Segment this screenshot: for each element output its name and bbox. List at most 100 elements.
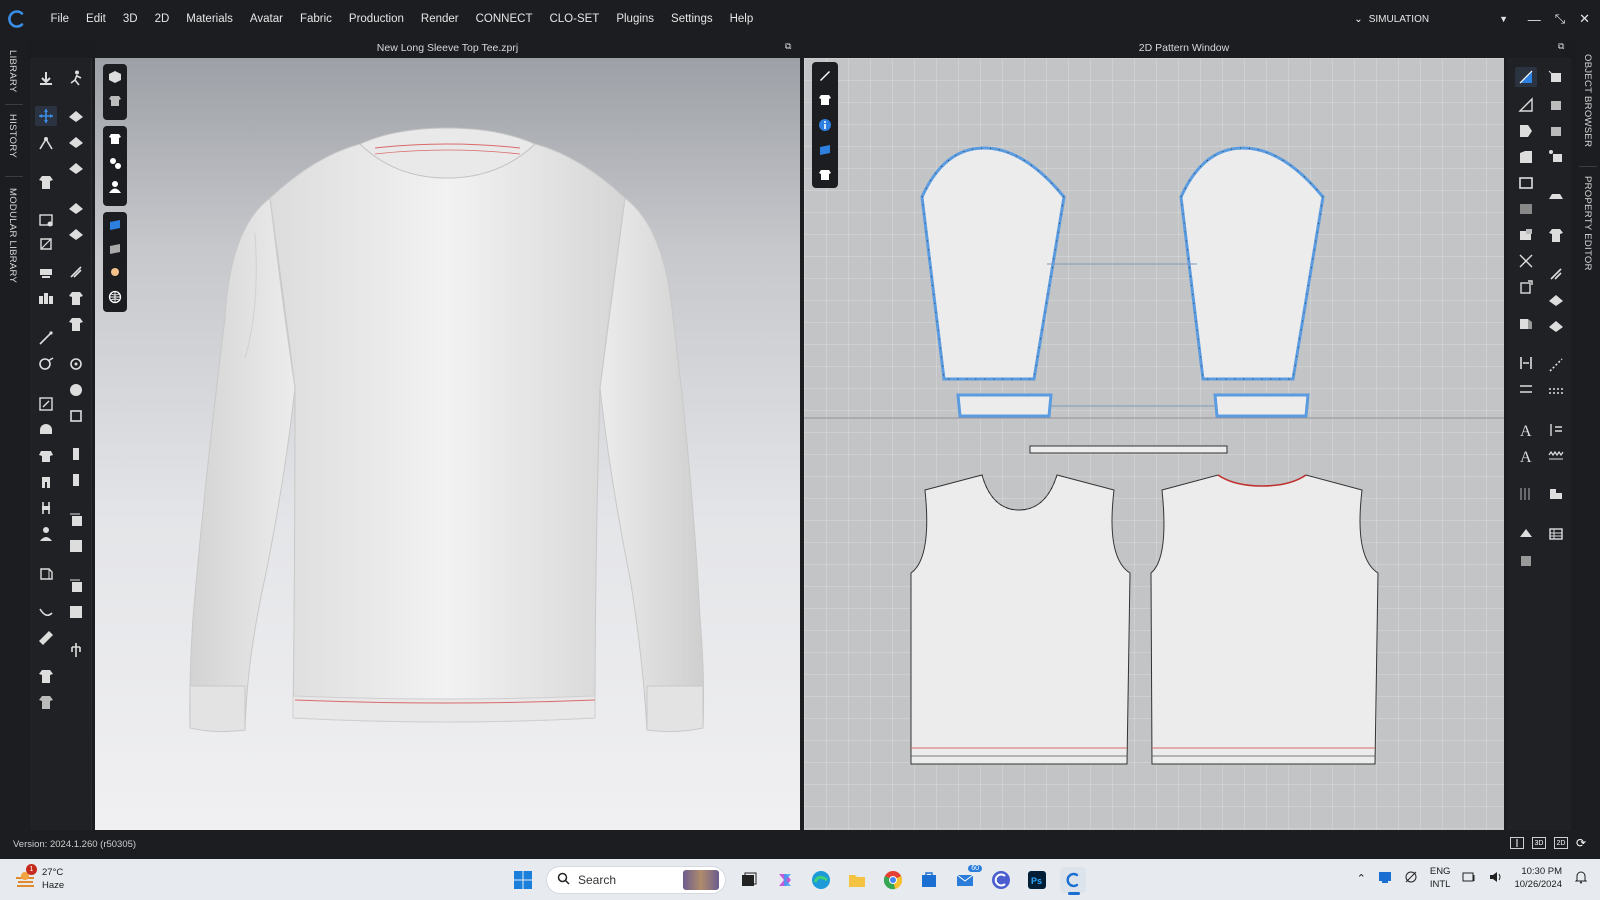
display-icon[interactable] [1462,870,1476,887]
taskbar-search[interactable]: Search [546,865,726,894]
arrangement-point-icon[interactable] [65,380,87,400]
table-layout-icon[interactable] [1545,524,1567,544]
edge-browser-icon[interactable] [808,867,834,893]
menu-3d[interactable]: 3D [114,0,146,38]
tab-property-editor[interactable]: PROPERTY EDITOR [1582,176,1593,271]
text-annotation-icon[interactable]: A [1515,446,1537,466]
chevron-up-icon[interactable]: ⌃ [1357,872,1366,885]
sew-garment-icon[interactable] [65,314,87,334]
sewing-machine-icon[interactable] [1545,484,1567,504]
minimize-icon[interactable]: — [1528,12,1541,27]
clo-logo-icon[interactable] [0,0,34,38]
task-view-icon[interactable] [736,867,762,893]
menu-avatar[interactable]: Avatar [241,0,291,38]
trim-tool-icon[interactable] [65,288,87,308]
2d-pattern-window[interactable] [804,58,1504,830]
menu-edit[interactable]: Edit [78,0,115,38]
topstitch-icon[interactable] [35,394,57,414]
solidify-layer-icon[interactable] [65,576,87,596]
store-icon[interactable] [916,867,942,893]
tab-library[interactable]: LIBRARY [7,50,18,93]
avatar-measure-icon[interactable] [65,354,87,374]
volume-icon[interactable] [1488,870,1502,887]
maximize-3d-icon[interactable]: ⧉ [785,41,791,52]
button-tool-icon[interactable] [35,288,57,308]
deform-solid-icon[interactable] [65,602,87,622]
transform-move-icon[interactable] [35,106,57,126]
file-explorer-icon[interactable] [844,867,870,893]
button-hole-icon[interactable] [65,470,87,490]
graphic-tool-icon[interactable] [65,262,87,282]
garment-3d-render[interactable] [95,58,800,830]
tack-on-avatar-icon[interactable] [65,198,87,218]
menu-settings[interactable]: Settings [663,0,722,38]
fold-tool-icon[interactable] [65,106,87,126]
arrangement-bounding-icon[interactable] [65,406,87,426]
ruler-icon[interactable] [35,628,57,648]
colorway-shirt-icon[interactable] [35,692,57,712]
internal-rectangle-icon[interactable] [1515,199,1537,219]
text-tool-icon[interactable]: A [1515,420,1537,440]
needle-tool-icon[interactable] [35,328,57,348]
menu-clo-set[interactable]: CLO-SET [541,0,608,38]
bottom-garment-icon[interactable] [35,472,57,492]
rectangle-icon[interactable] [1515,173,1537,193]
edit-point-icon[interactable] [1515,95,1537,115]
zipper-tool-icon[interactable] [35,498,57,518]
chrome-icon[interactable] [880,867,906,893]
select-move-icon[interactable] [35,68,57,88]
line-tool-icon[interactable] [1545,355,1567,375]
fold-pattern-icon[interactable] [1515,314,1537,334]
symmetric-icon[interactable] [1545,121,1567,141]
network-app-icon[interactable] [1378,870,1392,887]
shirt-sample-icon[interactable] [35,666,57,686]
language-indicator[interactable]: ENG INTL [1430,865,1451,891]
fitting-suit-icon[interactable] [35,420,57,440]
puckering-tool-icon[interactable] [35,524,57,544]
trace-tool-icon[interactable] [1515,251,1537,271]
thickness-icon[interactable] [65,536,87,556]
measure-tool-icon[interactable] [35,564,57,584]
segment-sewing-icon[interactable] [1515,353,1537,373]
copilot-icon[interactable] [772,867,798,893]
maximize-2d-icon[interactable]: ⧉ [1558,41,1564,52]
pattern-check-icon[interactable] [1515,524,1537,544]
transform-pattern-icon[interactable] [1545,67,1567,87]
polygon-icon[interactable] [1515,147,1537,167]
strap-tool-icon[interactable] [35,262,57,282]
menu-fabric[interactable]: Fabric [291,0,340,38]
baseline-icon[interactable] [1545,420,1567,440]
edit-pattern-icon[interactable] [1515,67,1537,87]
avatar-garment-icon[interactable] [35,446,57,466]
mode-selector[interactable]: ⌄ SIMULATION ▼ [1354,0,1508,38]
view-3d-button[interactable]: 3D [1531,837,1546,849]
tack-tool-icon[interactable] [35,234,57,254]
menu-file[interactable]: File [42,0,78,38]
garment-shape-icon[interactable] [35,172,57,192]
restore-icon[interactable]: ⤡ [1555,11,1565,27]
tab-object-browser[interactable]: OBJECT BROWSER [1582,54,1593,147]
clock[interactable]: 10:30 PM 10/26/2024 [1514,865,1562,891]
fold-arrangement-icon[interactable] [35,134,57,154]
layer-clone-icon[interactable] [65,444,87,464]
stitch-line-icon[interactable] [1545,381,1567,401]
pattern-pieces-canvas[interactable] [804,58,1504,830]
select-mesh-icon[interactable] [65,132,87,152]
photoshop-icon[interactable]: Ps [1024,867,1050,893]
menu-plugins[interactable]: Plugins [608,0,663,38]
brush-tool-icon[interactable] [35,354,57,374]
menu-render[interactable]: Render [412,0,467,38]
shirt-2d-icon[interactable] [1545,225,1567,245]
free-sewing-icon[interactable] [1515,379,1537,399]
mail-icon[interactable]: 60 [952,864,982,893]
weather-widget[interactable]: 1 27°C Haze [14,864,64,892]
steam-tool-icon[interactable] [1545,186,1567,206]
clo3d-taskbar-icon[interactable] [1060,866,1086,895]
3d-garment-window[interactable] [95,58,800,830]
menu-2d[interactable]: 2D [146,0,178,38]
menu-connect[interactable]: CONNECT [467,0,541,38]
slash-spread-icon[interactable] [1515,277,1537,297]
tab-history[interactable]: HISTORY [7,114,18,158]
solidify-icon[interactable] [65,510,87,530]
dart-tool-icon[interactable] [1515,225,1537,245]
